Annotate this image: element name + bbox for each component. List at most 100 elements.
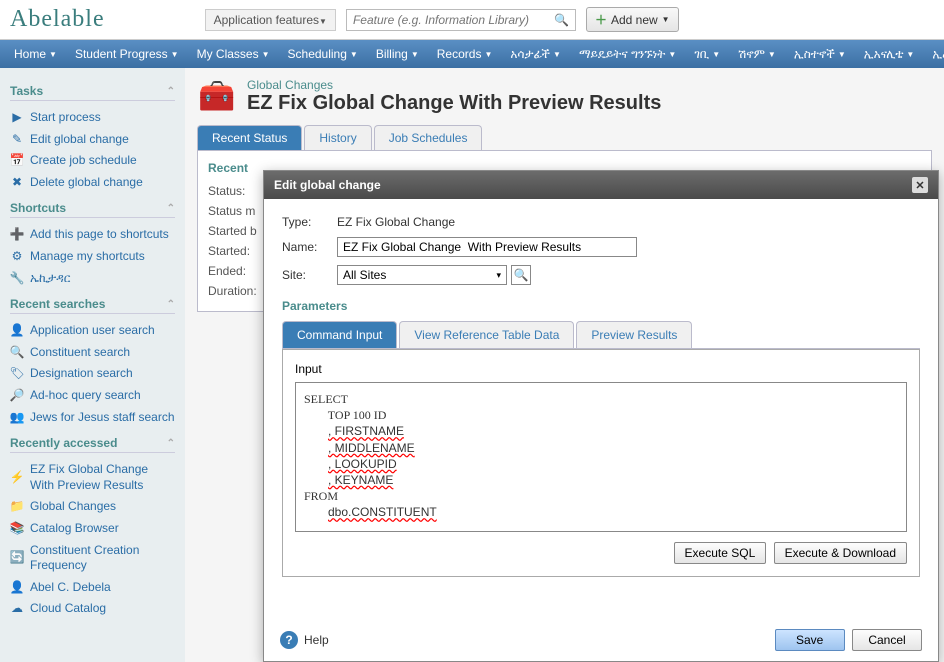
item-icon: 🏷 — [10, 367, 24, 381]
sidebar-item[interactable]: ✎ Edit global change — [10, 129, 175, 151]
item-label: Cloud Catalog — [30, 601, 106, 617]
item-label: Edit global change — [30, 132, 129, 148]
sidebar-item[interactable]: 👤 Application user search — [10, 320, 175, 342]
execute-sql-button[interactable]: Execute SQL — [674, 542, 767, 564]
type-value: EZ Fix Global Change — [337, 215, 455, 229]
name-input[interactable] — [337, 237, 637, 257]
item-icon: 📅 — [10, 154, 24, 168]
feature-search[interactable]: 🔍 — [346, 9, 576, 31]
sidebar-item[interactable]: 🔎 Ad-hoc query search — [10, 385, 175, 407]
search-icon[interactable]: 🔍 — [548, 13, 575, 27]
item-icon: ✎ — [10, 132, 24, 146]
sidebar-item[interactable]: ▶Start process — [10, 107, 175, 129]
inner-tab-view-reference-table-data[interactable]: View Reference Table Data — [399, 321, 574, 348]
inner-tab-preview-results[interactable]: Preview Results — [576, 321, 692, 348]
sidebar-item[interactable]: 📁Global Changes — [10, 496, 175, 518]
recent-searches-heading: Recent searches⌃ — [10, 297, 175, 314]
sidebar-item[interactable]: 🔍 Constituent search — [10, 342, 175, 364]
item-icon: 📚 — [10, 522, 24, 536]
sidebar-item[interactable]: ✖ Delete global change — [10, 172, 175, 194]
sidebar-item[interactable]: 🔧ኤኪታዳር — [10, 268, 175, 290]
item-label: ኤኪታዳር — [30, 271, 70, 287]
menu-ኢስተኖች[interactable]: ኢስተኖች▼ — [785, 40, 855, 68]
sidebar-item[interactable]: 🔄 Constituent Creation Frequency — [10, 540, 175, 577]
parameters-heading: Parameters — [282, 299, 920, 313]
item-label: Create job schedule — [30, 153, 137, 169]
menu-records[interactable]: Records▼ — [428, 40, 502, 68]
item-label: Application user search — [30, 323, 155, 339]
save-button[interactable]: Save — [775, 629, 845, 651]
site-search-icon[interactable]: 🔍 — [511, 265, 531, 285]
cancel-button[interactable]: Cancel — [852, 629, 922, 651]
tab-history[interactable]: History — [304, 125, 371, 150]
menu-home[interactable]: Home▼ — [5, 40, 66, 68]
edit-global-change-modal: Edit global change ✕ Type: EZ Fix Global… — [263, 170, 939, 662]
sidebar-item[interactable]: ⚡EZ Fix Global Change With Preview Resul… — [10, 459, 175, 496]
help-icon: ? — [280, 631, 298, 649]
item-label: Jews for Jesus staff search — [30, 410, 175, 426]
tab-job-schedules[interactable]: Job Schedules — [374, 125, 483, 150]
application-features-dropdown[interactable]: Application features▼ — [205, 9, 336, 31]
menu-ማይዴይትና-ግንኙነት[interactable]: ማይዴይትና ግንኙነት▼ — [570, 40, 685, 68]
item-label: Manage my shortcuts — [30, 249, 145, 265]
item-label: Constituent Creation Frequency — [30, 543, 175, 574]
sidebar-item[interactable]: 📚Catalog Browser — [10, 518, 175, 540]
item-label: Start process — [30, 110, 101, 126]
feature-search-input[interactable] — [347, 10, 548, 30]
item-label: Delete global change — [30, 175, 143, 191]
menu-ኢአናሊቴ[interactable]: ኢአናሊቴ▼ — [855, 40, 924, 68]
menu-scheduling[interactable]: Scheduling▼ — [279, 40, 367, 68]
type-label: Type: — [282, 215, 337, 229]
sidebar-item[interactable]: 📅 Create job schedule — [10, 150, 175, 172]
item-label: Abel C. Debela — [30, 580, 111, 596]
shortcuts-heading: Shortcuts⌃ — [10, 201, 175, 218]
modal-title: Edit global change — [274, 178, 381, 192]
item-icon: ⚙ — [10, 250, 24, 264]
item-icon: 👤 — [10, 580, 24, 594]
sidebar-item[interactable]: 👤 Abel C. Debela — [10, 577, 175, 599]
item-label: Constituent search — [30, 345, 130, 361]
item-icon: 🔍 — [10, 346, 24, 360]
help-link[interactable]: ?Help — [280, 631, 329, 649]
tab-recent-status[interactable]: Recent Status — [197, 125, 302, 150]
menu-ገቢ[interactable]: ገቢ▼ — [685, 40, 729, 68]
item-icon: 🔎 — [10, 389, 24, 403]
page-title: EZ Fix Global Change With Preview Result… — [247, 92, 661, 115]
sidebar: Tasks⌃ ▶Start process ✎ Edit global change… — [0, 68, 185, 662]
recently-accessed-heading: Recently accessed⌃ — [10, 436, 175, 453]
input-label: Input — [295, 362, 907, 376]
menu-student-progress[interactable]: Student Progress▼ — [66, 40, 188, 68]
sidebar-item[interactable]: 👥 Jews for Jesus staff search — [10, 407, 175, 429]
item-icon: 🔄 — [10, 551, 24, 565]
sidebar-item[interactable]: ☁ Cloud Catalog — [10, 598, 175, 620]
menu-ሽኖም[interactable]: ሽኖም▼ — [729, 40, 785, 68]
inner-tab-command-input[interactable]: Command Input — [282, 321, 397, 348]
main-menu: Home▼Student Progress▼My Classes▼Schedul… — [0, 40, 944, 68]
item-icon: ☁ — [10, 602, 24, 616]
item-label: Designation search — [30, 366, 133, 382]
site-select[interactable]: All Sites▾ — [337, 265, 507, 285]
add-new-button[interactable]: ＋Add new▼ — [586, 7, 679, 32]
item-icon: 👥 — [10, 410, 24, 424]
execute-download-button[interactable]: Execute & Download — [774, 542, 907, 564]
breadcrumb[interactable]: Global Changes — [247, 78, 661, 92]
close-icon[interactable]: ✕ — [912, 177, 928, 193]
sql-input[interactable]: SELECT TOP 100 ID , FIRSTNAME , MIDDLENA… — [295, 382, 907, 532]
item-icon: ⚡ — [10, 471, 24, 485]
site-label: Site: — [282, 268, 337, 282]
item-icon: 👤 — [10, 324, 24, 338]
menu-billing[interactable]: Billing▼ — [367, 40, 428, 68]
menu-አሳታፊች[interactable]: አሳታፊች▼ — [501, 40, 570, 68]
menu-my-classes[interactable]: My Classes▼ — [188, 40, 279, 68]
item-label: Global Changes — [30, 499, 116, 515]
menu-ኢጨሞች[interactable]: ኢጨሞች▼ — [923, 40, 944, 68]
item-icon: ✖ — [10, 176, 24, 190]
name-label: Name: — [282, 240, 337, 254]
item-label: Ad-hoc query search — [30, 388, 141, 404]
sidebar-item[interactable]: 🏷 Designation search — [10, 363, 175, 385]
tasks-heading: Tasks⌃ — [10, 84, 175, 101]
item-icon: ➕ — [10, 228, 24, 242]
sidebar-item[interactable]: ⚙ Manage my shortcuts — [10, 246, 175, 268]
sidebar-item[interactable]: ➕Add this page to shortcuts — [10, 224, 175, 246]
main-tabs: Recent StatusHistoryJob Schedules — [197, 125, 932, 151]
